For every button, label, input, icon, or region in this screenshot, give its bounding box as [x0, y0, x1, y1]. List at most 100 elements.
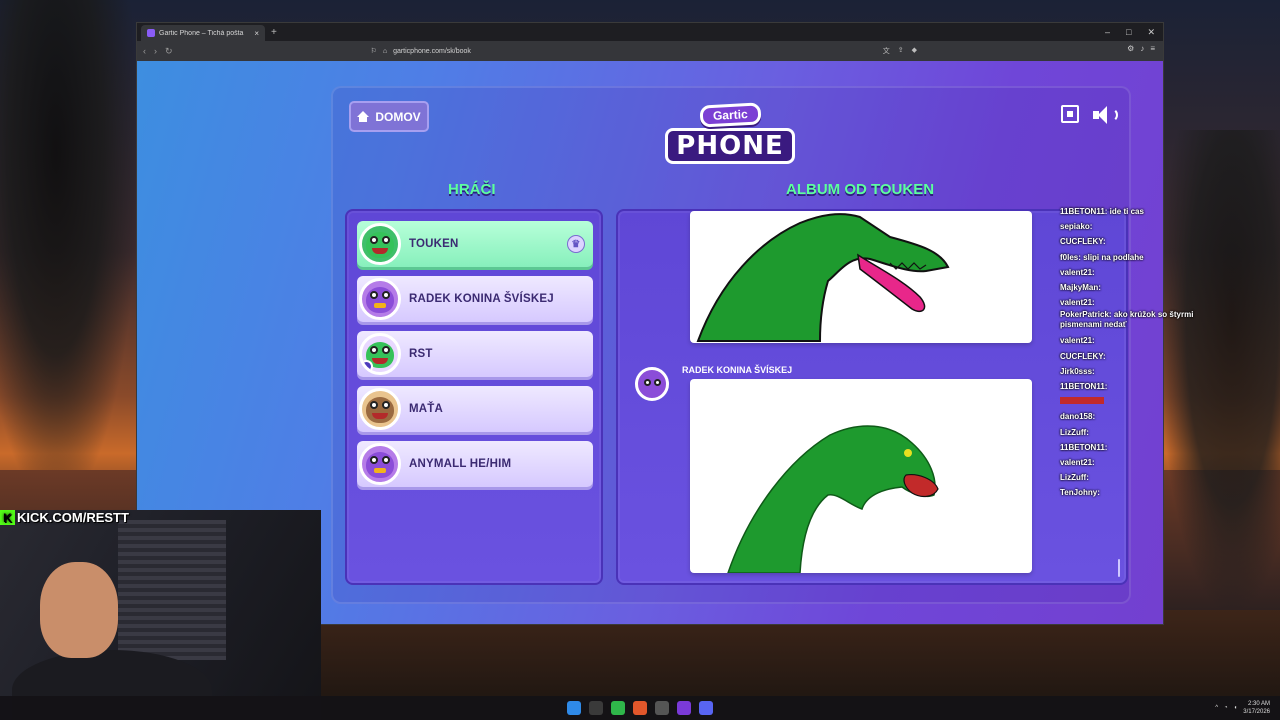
- player-avatar: [359, 278, 401, 320]
- menu-icon[interactable]: ≡: [1150, 44, 1155, 53]
- chat-line: CUCFLEKY:: [1060, 351, 1106, 361]
- forward-icon[interactable]: ›: [154, 46, 157, 56]
- taskbar: ^ ◔ ◖ 2:30 AM 3/17/2026: [0, 696, 1280, 720]
- player-item[interactable]: RADEK KONINA ŠVÍSKEJ: [357, 276, 593, 322]
- close-tab-icon[interactable]: ×: [254, 29, 259, 38]
- chat-line: PokerPatrick: ako krúžok so štyrmi pisme…: [1060, 310, 1194, 330]
- chat-line: valent21:: [1060, 298, 1095, 308]
- tab-gartic-phone[interactable]: Gartic Phone – Tichá pošta ×: [141, 25, 265, 41]
- discord-icon[interactable]: [699, 701, 713, 715]
- player-avatar: [359, 443, 401, 485]
- player-avatar: [359, 388, 401, 430]
- sound-icon[interactable]: [1093, 105, 1118, 125]
- chat-line: valent21:: [1060, 267, 1095, 277]
- reload-icon[interactable]: ↻: [165, 46, 173, 57]
- chat-line: f0les: slipi na podlahe: [1060, 252, 1144, 262]
- top-right-controls: [1061, 105, 1118, 125]
- tab-bar: Gartic Phone – Tichá pošta × + – □ ✕: [137, 23, 1163, 41]
- chat-line: CUCFLEKY:: [1060, 237, 1106, 247]
- album-entry-avatar: [635, 367, 669, 401]
- tab-title: Gartic Phone – Tichá pošta: [159, 29, 244, 37]
- chat-line: Jirk0sss:: [1060, 366, 1095, 376]
- volume-icon[interactable]: ◖: [1234, 705, 1238, 711]
- kick-channel-label: K KICK.COM/RESTT: [0, 510, 129, 525]
- xbox-icon[interactable]: [611, 701, 625, 715]
- chat-line: TenJohny:: [1060, 488, 1100, 498]
- clock[interactable]: 2:30 AM 3/17/2026: [1243, 700, 1270, 716]
- wallpaper-palm-left: [0, 0, 140, 510]
- chat-line: dano158:: [1060, 412, 1096, 422]
- clock-time: 2:30 AM: [1247, 701, 1270, 707]
- bookmark-icon[interactable]: ⚐: [371, 47, 377, 55]
- players-panel: TOUKEN ♛ RADEK KONINA ŠVÍSKEJ RST MAŤA A…: [345, 209, 603, 585]
- crocodile-drawing: [696, 213, 950, 342]
- chat-line: LizZuff:: [1060, 427, 1089, 437]
- player-item[interactable]: TOUKEN ♛: [357, 221, 593, 267]
- url-text: garticphone.com/sk/book: [393, 47, 471, 55]
- dinosaur-drawing: [727, 425, 939, 573]
- twitch-icon[interactable]: [677, 701, 691, 715]
- tray-chevron-icon[interactable]: ^: [1215, 705, 1218, 711]
- chat-line: [1060, 394, 1220, 409]
- share-icon[interactable]: ⇪: [898, 46, 904, 56]
- player-name: MAŤA: [409, 403, 444, 415]
- player-avatar: [359, 223, 401, 265]
- fullscreen-icon[interactable]: [1061, 105, 1079, 123]
- chat-line: LizZuff:: [1060, 473, 1089, 483]
- shield-icon[interactable]: ◆: [912, 46, 917, 56]
- player-avatar: [359, 333, 401, 375]
- home-icon: [357, 111, 370, 122]
- window-controls: – □ ✕: [1105, 27, 1163, 38]
- system-tray: ^ ◔ ◖ 2:30 AM 3/17/2026: [1215, 700, 1270, 716]
- music-icon[interactable]: ♪: [1140, 44, 1144, 53]
- extensions-icon[interactable]: ⚙: [1127, 44, 1134, 53]
- windows-start-icon[interactable]: [567, 701, 581, 715]
- album-scrollbar[interactable]: [1118, 559, 1120, 577]
- window-blinds: [118, 520, 226, 660]
- player-name: ANYMALL HE/HIM: [409, 458, 512, 470]
- player-item[interactable]: RST: [357, 331, 593, 377]
- wifi-icon[interactable]: ◔: [1224, 705, 1228, 711]
- clock-date: 3/17/2026: [1243, 709, 1270, 715]
- logo-top-text: Gartic: [699, 102, 761, 128]
- album-panel[interactable]: RADEK KONINA ŠVÍSKEJ: [616, 209, 1128, 585]
- address-bar: ‹ › ↻ ⚐ ⌂ garticphone.com/sk/book 文 ⇪ ◆: [137, 41, 1163, 61]
- chat-line: valent21:: [1060, 458, 1095, 468]
- chat-line: valent21:: [1060, 336, 1095, 346]
- minimize-button[interactable]: –: [1105, 27, 1110, 38]
- webcam-overlay: [0, 510, 321, 720]
- translate-icon[interactable]: 文: [883, 46, 890, 56]
- task-view-icon[interactable]: [589, 701, 603, 715]
- chat-line: MajkyMan:: [1060, 283, 1101, 293]
- chat-line: 11BETON11:: [1060, 442, 1108, 452]
- close-window-button[interactable]: ✕: [1147, 27, 1155, 38]
- app-icon[interactable]: [655, 701, 669, 715]
- player-item[interactable]: ANYMALL HE/HIM: [357, 441, 593, 487]
- kick-channel-text: KICK.COM/RESTT: [17, 510, 129, 525]
- brave-browser-icon[interactable]: [633, 701, 647, 715]
- player-name: RADEK KONINA ŠVÍSKEJ: [409, 293, 554, 305]
- stream-chat-overlay: 11BETON11: ide ti cas sepiako: CUCFLEKY:…: [1060, 204, 1220, 501]
- album-entry-author: RADEK KONINA ŠVÍSKEJ: [682, 365, 793, 375]
- site-info-icon[interactable]: ⌂: [383, 48, 387, 55]
- extensions-area: ⚙ ♪ ≡: [1127, 44, 1155, 53]
- streamer-head: [40, 562, 118, 658]
- players-heading: HRÁČI: [448, 181, 496, 198]
- maximize-button[interactable]: □: [1126, 27, 1131, 38]
- player-name: RST: [409, 348, 433, 360]
- player-name: TOUKEN: [409, 238, 459, 250]
- address-actions: 文 ⇪ ◆: [883, 46, 917, 56]
- album-drawing-2: [690, 379, 1032, 573]
- url-field[interactable]: ⚐ ⌂ garticphone.com/sk/book: [371, 47, 471, 56]
- chat-line: 11BETON11:: [1060, 382, 1108, 392]
- album-heading: ALBUM OD TOUKEN: [786, 181, 935, 198]
- album-drawing-1: [690, 211, 1032, 343]
- player-item[interactable]: MAŤA: [357, 386, 593, 432]
- chat-line: 11BETON11: ide ti cas: [1060, 207, 1144, 216]
- kick-logo-icon: K: [0, 510, 15, 525]
- home-button[interactable]: DOMOV: [349, 101, 429, 132]
- new-tab-button[interactable]: +: [271, 27, 277, 38]
- back-icon[interactable]: ‹: [143, 46, 146, 56]
- user-badge-icon: [362, 360, 373, 372]
- gartic-phone-logo: Gartic PHONE: [665, 101, 795, 167]
